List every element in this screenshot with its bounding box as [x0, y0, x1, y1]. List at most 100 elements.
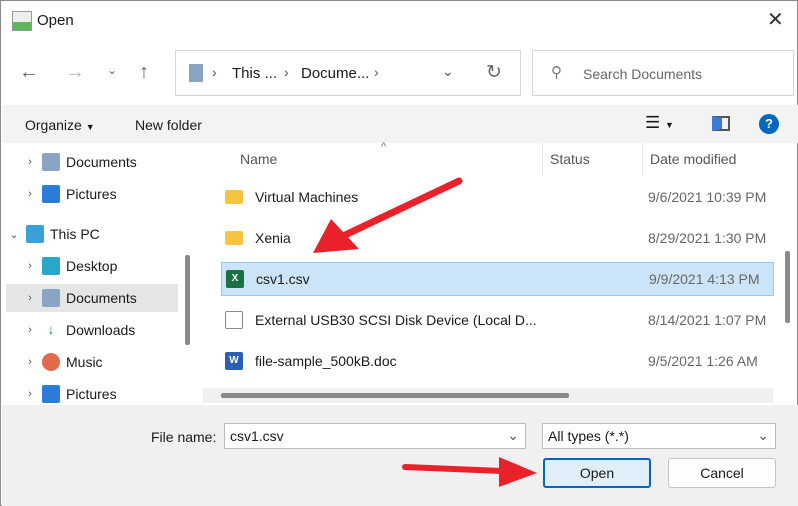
chevron-right-icon[interactable]: ›: [22, 356, 38, 368]
file-row[interactable]: External USB30 SCSI Disk Device (Local D…: [221, 303, 774, 337]
file-date: 9/5/2021 1:26 AM: [648, 353, 758, 369]
chevron-right-icon[interactable]: ›: [22, 324, 38, 336]
search-box[interactable]: ⚲ Search Documents: [532, 50, 794, 96]
red-arrow-annotation: [313, 177, 463, 253]
horizontal-scrollbar-thumb[interactable]: [221, 393, 569, 398]
cancel-button[interactable]: Cancel: [668, 458, 776, 488]
sidebar-item-pictures[interactable]: › Pictures: [6, 180, 178, 208]
column-header-status[interactable]: Status: [550, 151, 590, 167]
open-dialog: Open ✕ ← → ⌄ ↑ › This ... › Docume... › …: [0, 0, 798, 506]
file-date: 9/9/2021 4:13 PM: [649, 271, 760, 287]
chevron-right-icon: ›: [284, 64, 289, 80]
folder-icon: [225, 190, 243, 204]
sidebar-item-label: Downloads: [66, 322, 136, 338]
file-icon: [225, 311, 243, 329]
file-row[interactable]: Wfile-sample_500kB.doc 9/5/2021 1:26 AM: [221, 344, 774, 378]
organize-label: Organize: [25, 117, 82, 133]
search-placeholder[interactable]: Search Documents: [583, 66, 702, 82]
pc-icon: [26, 225, 44, 243]
organize-button[interactable]: Organize ▼: [25, 117, 95, 133]
chevron-right-icon[interactable]: ›: [22, 188, 38, 200]
csv-file-icon: X: [226, 270, 244, 288]
file-list: ^ Name Status Date modified Virtual Mach…: [203, 141, 783, 403]
file-name-input[interactable]: csv1.csv ⌄: [224, 423, 526, 449]
file-name: Xenia: [255, 230, 291, 246]
breadcrumb-this-pc[interactable]: This ...: [232, 65, 277, 82]
address-bar[interactable]: › This ... › Docume... › ⌄ ↻: [175, 50, 521, 96]
music-icon: [42, 353, 60, 371]
sort-ascending-icon: ^: [381, 141, 387, 153]
downloads-icon: ↓: [47, 321, 55, 337]
column-header-name[interactable]: Name: [240, 151, 277, 167]
pictures-icon: [42, 185, 60, 203]
navigation-pane: › Documents › Pictures ⌄ This PC › Desktop ›…: [2, 143, 197, 405]
preview-pane-icon[interactable]: [712, 116, 730, 131]
chevron-right-icon[interactable]: ›: [22, 156, 38, 168]
chevron-right-icon[interactable]: ›: [22, 260, 38, 272]
back-icon[interactable]: ←: [19, 61, 39, 84]
documents-icon: [42, 289, 60, 307]
breadcrumb-documents[interactable]: Docume...: [301, 65, 369, 82]
sidebar-item-label: Documents: [66, 154, 137, 170]
file-name-value: csv1.csv: [230, 428, 284, 444]
recent-chevron-icon[interactable]: ⌄: [107, 63, 117, 77]
dropdown-chevron-icon[interactable]: ⌄: [442, 63, 454, 80]
column-divider[interactable]: [642, 143, 643, 176]
pictures-icon: [42, 385, 60, 403]
sidebar-item-music[interactable]: › Music: [6, 348, 178, 376]
file-name: csv1.csv: [256, 271, 310, 287]
file-date: 8/29/2021 1:30 PM: [648, 230, 767, 246]
up-icon[interactable]: ↑: [139, 61, 149, 84]
sidebar-item-documents[interactable]: › Documents: [6, 148, 178, 176]
sidebar-item-downloads[interactable]: › ↓ Downloads: [6, 316, 178, 344]
file-type-select[interactable]: All types (*.*) ⌄: [542, 423, 776, 449]
sidebar-item-this-pc[interactable]: ⌄ This PC: [6, 220, 178, 248]
sidebar-item-desktop[interactable]: › Desktop: [6, 252, 178, 280]
chevron-right-icon[interactable]: ›: [22, 292, 38, 304]
caret-down-icon: ▼: [85, 122, 95, 132]
window-title: Open: [37, 12, 74, 29]
chevron-right-icon[interactable]: ›: [22, 388, 38, 400]
chevron-right-icon: ›: [374, 64, 379, 80]
search-icon: ⚲: [551, 64, 562, 81]
file-row-selected[interactable]: Xcsv1.csv 9/9/2021 4:13 PM: [221, 262, 774, 296]
file-date: 8/14/2021 1:07 PM: [648, 312, 767, 328]
close-icon[interactable]: ✕: [767, 7, 784, 32]
word-doc-icon: W: [225, 352, 243, 370]
sidebar-item-label: Desktop: [66, 258, 118, 274]
sidebar-item-label: This PC: [50, 226, 100, 242]
vertical-scrollbar[interactable]: [785, 251, 790, 323]
chevron-right-icon: ›: [212, 64, 217, 80]
file-date: 9/6/2021 10:39 PM: [648, 189, 767, 205]
view-options-icon[interactable]: ☰ ▼: [645, 113, 674, 133]
sidebar-item-pictures-2[interactable]: › Pictures: [6, 380, 178, 408]
file-name: file-sample_500kB.doc: [255, 353, 397, 369]
chevron-down-icon[interactable]: ⌄: [507, 427, 519, 444]
new-folder-button[interactable]: New folder: [135, 117, 202, 133]
sidebar-item-label: Documents: [66, 290, 137, 306]
help-icon[interactable]: ?: [759, 114, 779, 134]
horizontal-scrollbar-track[interactable]: [203, 388, 773, 403]
column-divider[interactable]: [542, 143, 543, 176]
refresh-icon[interactable]: ↻: [486, 61, 502, 84]
forward-icon[interactable]: →: [65, 61, 85, 84]
documents-icon: [189, 64, 203, 82]
chevron-down-icon[interactable]: ⌄: [757, 427, 769, 444]
sidebar-scrollbar[interactable]: [185, 255, 190, 345]
sidebar-item-documents-selected[interactable]: › Documents: [6, 284, 178, 312]
documents-icon: [42, 153, 60, 171]
file-name: External USB30 SCSI Disk Device (Local D…: [255, 312, 537, 328]
column-header-date[interactable]: Date modified: [650, 151, 736, 167]
file-type-value: All types (*.*): [548, 428, 629, 444]
notepad-app-icon: [12, 11, 32, 31]
sidebar-item-label: Music: [66, 354, 103, 370]
chevron-down-icon[interactable]: ⌄: [6, 228, 22, 241]
red-arrow-annotation: [402, 457, 537, 487]
sidebar-item-label: Pictures: [66, 386, 117, 402]
footer: File name: csv1.csv ⌄ All types (*.*) ⌄ Op…: [2, 405, 798, 506]
sidebar-item-label: Pictures: [66, 186, 117, 202]
desktop-icon: [42, 257, 60, 275]
open-button[interactable]: Open: [543, 458, 651, 488]
file-name-label: File name:: [151, 429, 217, 445]
toolbar: Organize ▼ New folder ☰ ▼ ?: [2, 105, 798, 143]
